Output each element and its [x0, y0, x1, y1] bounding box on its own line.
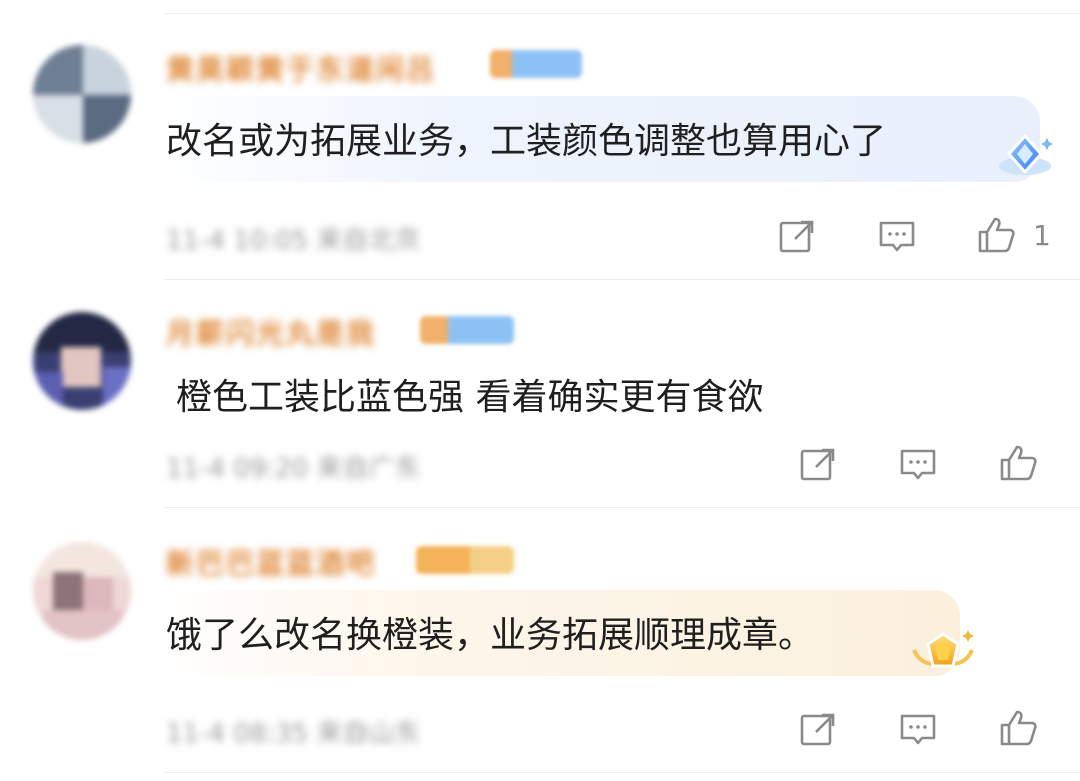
repost-icon[interactable] [777, 217, 817, 257]
comment-meta: 11-4 09:20 来自广东 [166, 454, 421, 478]
comment-icon[interactable] [877, 217, 917, 257]
divider [165, 279, 1080, 280]
avatar[interactable] [33, 45, 131, 143]
like-icon[interactable] [976, 215, 1016, 255]
like-count: 1 [1033, 219, 1051, 252]
like-icon[interactable] [998, 443, 1038, 483]
avatar[interactable] [33, 312, 131, 410]
comment-meta: 11-4 08:35 来自山东 [166, 719, 421, 743]
comment-text: 橙色工装比蓝色强 看着确实更有食欲 [176, 377, 764, 418]
comment-text: 饿了么改名换橙装，业务拓展顺理成章。 [166, 615, 815, 656]
repost-icon[interactable] [798, 445, 838, 485]
divider [165, 507, 1080, 508]
avatar[interactable] [33, 542, 131, 640]
comment-meta: 11-4 10:05 来自北京 [166, 226, 421, 250]
user-badge [420, 316, 514, 344]
comment-icon[interactable] [898, 445, 938, 485]
divider [165, 13, 1080, 14]
comment-icon[interactable] [898, 710, 938, 750]
divider [165, 772, 1080, 773]
like-icon[interactable] [998, 708, 1038, 748]
username[interactable]: 黄昊颖黄于东道闲吕 [166, 48, 506, 82]
repost-icon[interactable] [798, 710, 838, 750]
diamond-badge-icon [995, 128, 1055, 186]
user-badge [490, 50, 582, 78]
gold-gem-badge-icon [908, 626, 978, 682]
comment-text: 改名或为拓展业务，工装颜色调整也算用心了 [166, 121, 887, 162]
user-badge [416, 546, 514, 574]
